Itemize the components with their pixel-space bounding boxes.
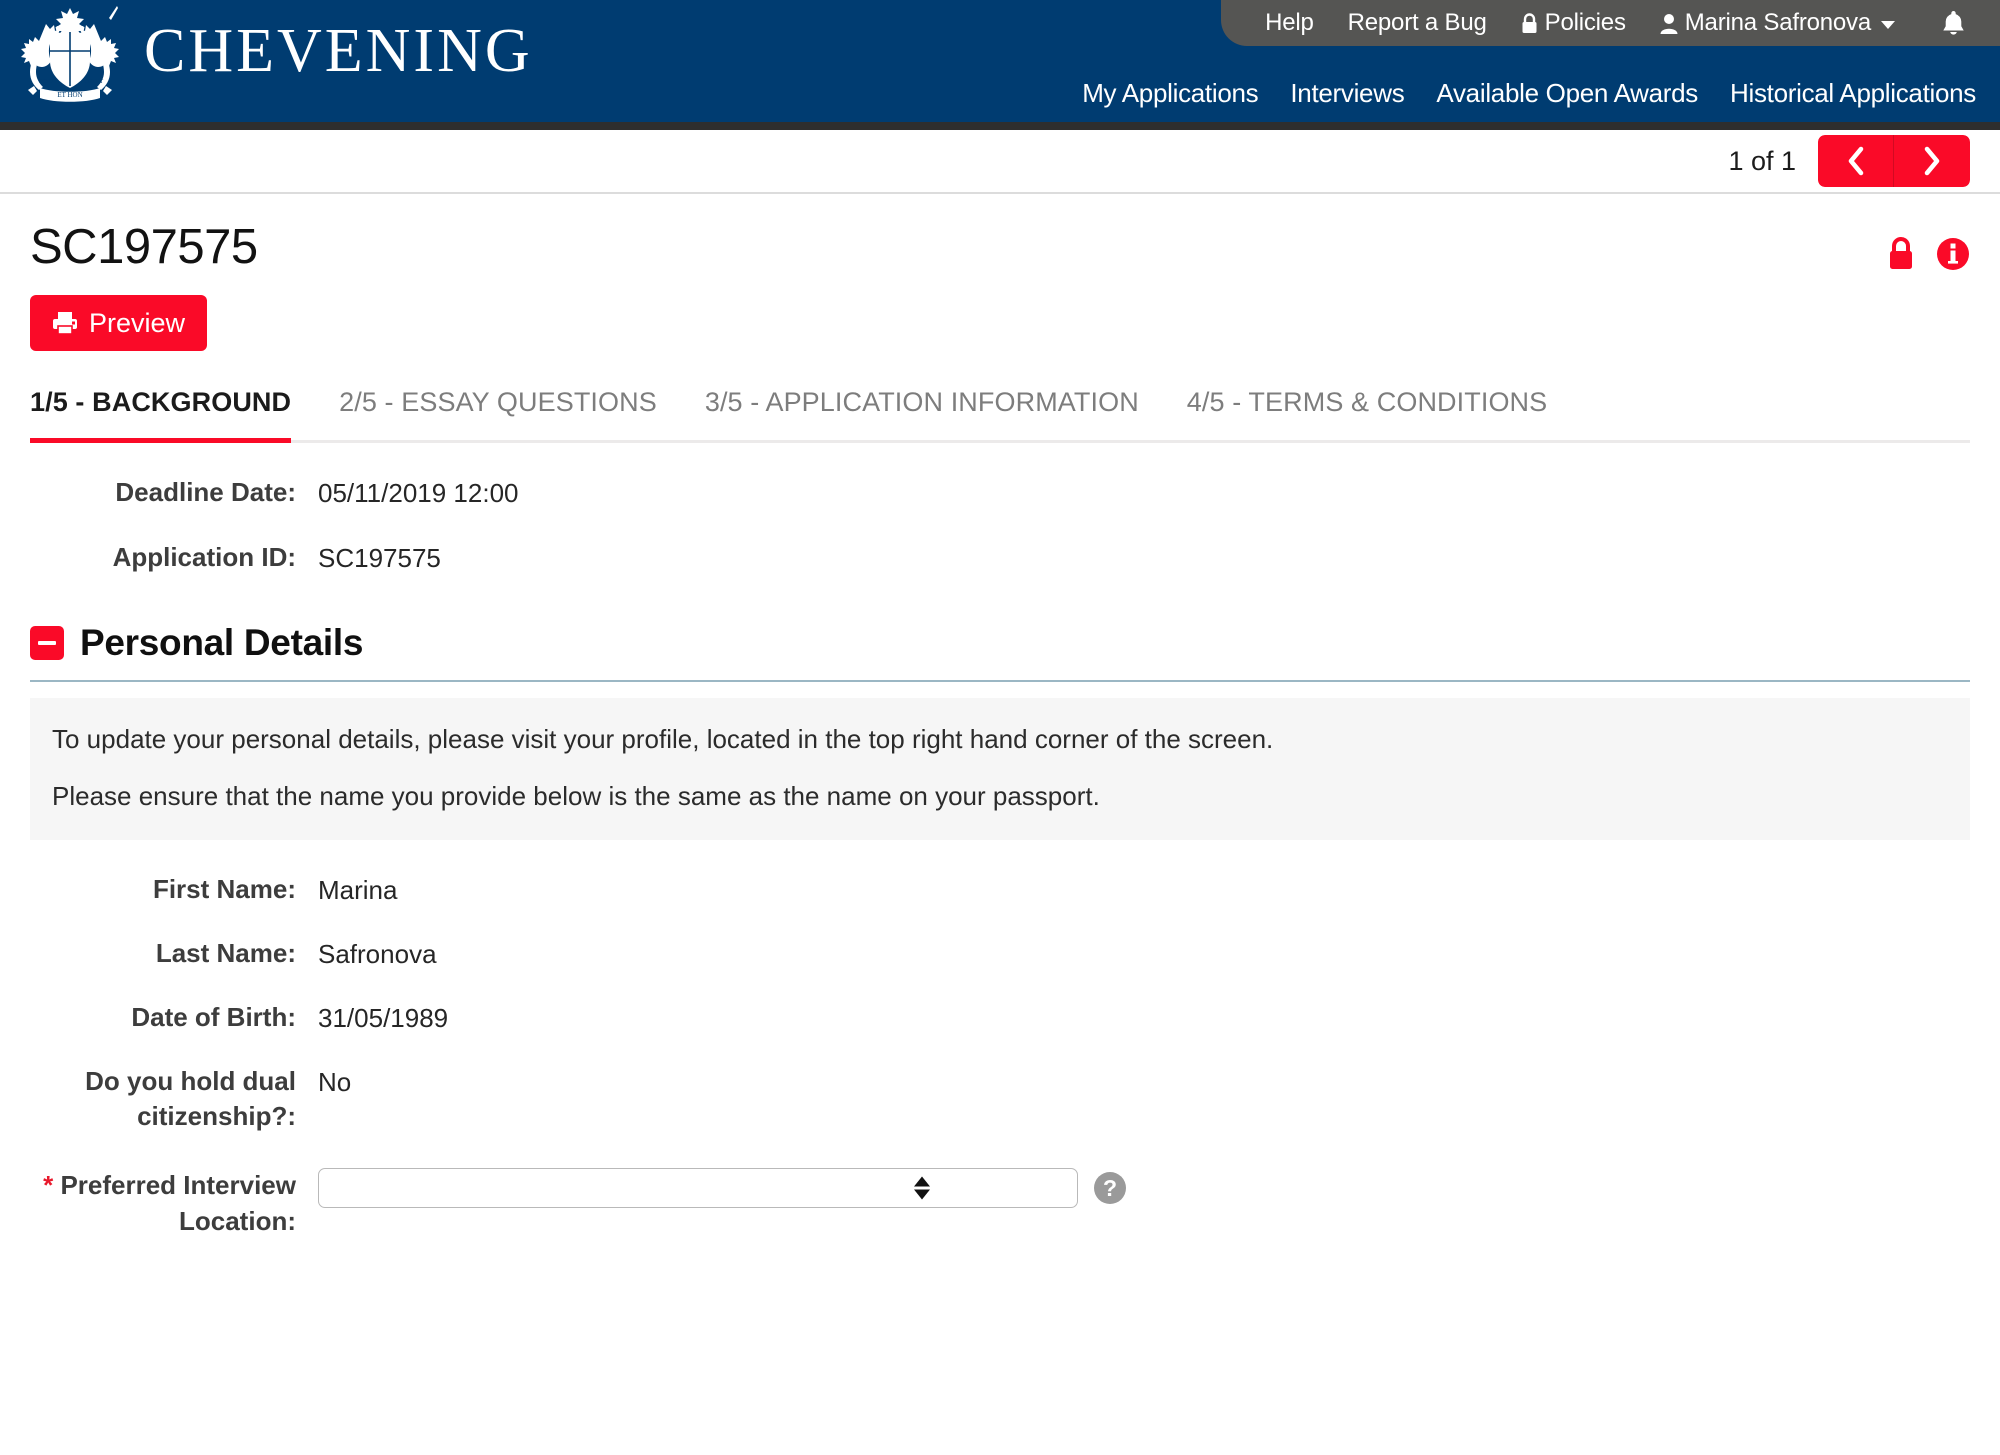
brand-logo[interactable]: ET HON DIEU DROIT CHEVENING [12, 2, 533, 106]
field-label: Deadline Date: [115, 477, 296, 508]
preview-button-label: Preview [89, 307, 186, 338]
pagination-buttons [1818, 135, 1970, 187]
page-title: SC197575 [30, 220, 258, 274]
field-last-name: Last Name: Safronova [30, 936, 1970, 972]
info-paragraph: Please ensure that the name you provide … [52, 780, 1100, 811]
application-step-tabs: 1/5 - BACKGROUND 2/5 - ESSAY QUESTIONS 3… [30, 387, 1970, 444]
field-dual-citizenship: Do you hold dual citizenship?: No [30, 1064, 1970, 1134]
utility-nav: Help Report a Bug Policies Marina Safron… [1221, 0, 2000, 46]
nav-item-my-applications[interactable]: My Applications [1066, 78, 1274, 109]
field-value: SC197575 [318, 542, 441, 573]
nav-item-label: Historical Applications [1730, 77, 1976, 108]
nav-item-label: Available Open Awards [1436, 77, 1698, 108]
nav-item-interviews[interactable]: Interviews [1274, 78, 1420, 109]
user-icon [1660, 13, 1678, 34]
utility-item-help[interactable]: Help [1265, 9, 1314, 37]
utility-item-label: Marina Safronova [1684, 9, 1871, 36]
tab-background[interactable]: 1/5 - BACKGROUND [30, 387, 321, 444]
bell-icon [1943, 10, 1964, 35]
field-label: First Name: [152, 874, 296, 904]
utility-item-label: Help [1265, 9, 1314, 36]
field-label: Application ID: [112, 541, 296, 572]
record-info-button[interactable] [1936, 237, 1970, 271]
tab-label: 1/5 - BACKGROUND [30, 387, 292, 418]
nav-item-available-open-awards[interactable]: Available Open Awards [1420, 78, 1714, 109]
utility-item-label: Policies [1544, 9, 1626, 36]
tab-label: 4/5 - TERMS & CONDITIONS [1186, 387, 1548, 418]
main-nav: My Applications Interviews Available Ope… [1066, 64, 2000, 122]
field-deadline-date: Deadline Date: 05/11/2019 12:00 [30, 475, 1970, 511]
field-label: Date of Birth: [131, 1002, 296, 1033]
lock-icon [1522, 12, 1537, 33]
utility-item-report-a-bug[interactable]: Report a Bug [1348, 9, 1487, 37]
field-value: 05/11/2019 12:00 [318, 478, 519, 509]
personal-details-info-panel: To update your personal details, please … [30, 697, 1970, 840]
previous-record-button[interactable] [1818, 135, 1894, 187]
chevron-right-icon [1924, 146, 1940, 176]
site-header: ET HON DIEU DROIT CHEVENING Help Report … [0, 0, 2000, 122]
utility-item-policies[interactable]: Policies [1521, 9, 1626, 37]
brand-name: CHEVENING [144, 17, 533, 85]
field-value: Safronova [318, 939, 437, 970]
field-label-text: Preferred Interview Location: [60, 1170, 296, 1236]
pagination-count: 1 of 1 [1728, 145, 1796, 176]
interview-location-control: ? [318, 1168, 1126, 1209]
notifications-button[interactable] [1929, 10, 1966, 37]
question-circle-icon[interactable]: ? [1094, 1172, 1126, 1205]
application-summary: Deadline Date: 05/11/2019 12:00 Applicat… [30, 443, 1970, 575]
section-divider [30, 679, 1970, 682]
personal-details-fields: First Name: Marina Last Name: Safronova … [30, 840, 1970, 1239]
chevron-left-icon [1848, 146, 1863, 176]
nav-item-historical-applications[interactable]: Historical Applications [1714, 78, 1992, 109]
field-label: Last Name: [155, 938, 296, 969]
svg-text:ET HON: ET HON [57, 91, 82, 99]
record-pagination: 1 of 1 [0, 130, 2000, 194]
svg-text:DIEU: DIEU [39, 79, 54, 85]
lock-icon [1890, 237, 1912, 269]
nav-item-label: Interviews [1290, 77, 1405, 108]
info-paragraph: To update your personal details, please … [52, 723, 1274, 754]
next-record-button[interactable] [1894, 135, 1970, 187]
preview-button[interactable]: Preview [30, 295, 208, 352]
utility-item-user-menu[interactable]: Marina Safronova [1660, 9, 1895, 37]
field-application-id: Application ID: SC197575 [30, 540, 1970, 576]
section-title: Personal Details [80, 621, 364, 663]
printer-icon [53, 312, 77, 336]
required-marker: * [43, 1170, 54, 1201]
field-preferred-interview-location: * Preferred Interview Location: ? [30, 1168, 1970, 1238]
utility-item-label: Report a Bug [1347, 9, 1487, 36]
tab-label: 2/5 - ESSAY QUESTIONS [339, 387, 657, 418]
info-circle-icon [1937, 238, 1969, 270]
header-divider [0, 122, 2000, 130]
nav-item-label: My Applications [1082, 77, 1259, 108]
preferred-interview-location-select[interactable] [318, 1168, 1078, 1209]
tab-terms-and-conditions[interactable]: 4/5 - TERMS & CONDITIONS [1187, 387, 1577, 440]
page-title-row: SC197575 [30, 194, 1970, 273]
tab-label: 3/5 - APPLICATION INFORMATION [704, 387, 1139, 418]
royal-coat-of-arms-icon: ET HON DIEU DROIT [21, 6, 119, 102]
field-label: * Preferred Interview Location: [30, 1168, 318, 1238]
tab-essay-questions[interactable]: 2/5 - ESSAY QUESTIONS [339, 387, 687, 440]
field-label: Do you hold dual citizenship?: [85, 1066, 296, 1132]
minus-square-icon[interactable] [30, 625, 64, 660]
field-first-name: First Name: Marina [30, 872, 1970, 908]
locked-record-button[interactable] [1886, 236, 1916, 272]
chevron-down-icon [1881, 20, 1895, 29]
field-date-of-birth: Date of Birth: 31/05/1989 [30, 1000, 1970, 1036]
svg-text:DROIT: DROIT [85, 79, 104, 85]
field-value: No [318, 1067, 352, 1098]
page-content: SC197575 Preview 1/5 - BACKGROUND 2/5 - … [0, 194, 2000, 1239]
field-value: 31/05/1989 [318, 1003, 449, 1034]
section-header-personal-details: Personal Details [30, 622, 1970, 664]
record-status-icons [1886, 222, 1970, 272]
tab-application-information[interactable]: 3/5 - APPLICATION INFORMATION [705, 387, 1169, 440]
field-value: Marina [318, 875, 398, 905]
